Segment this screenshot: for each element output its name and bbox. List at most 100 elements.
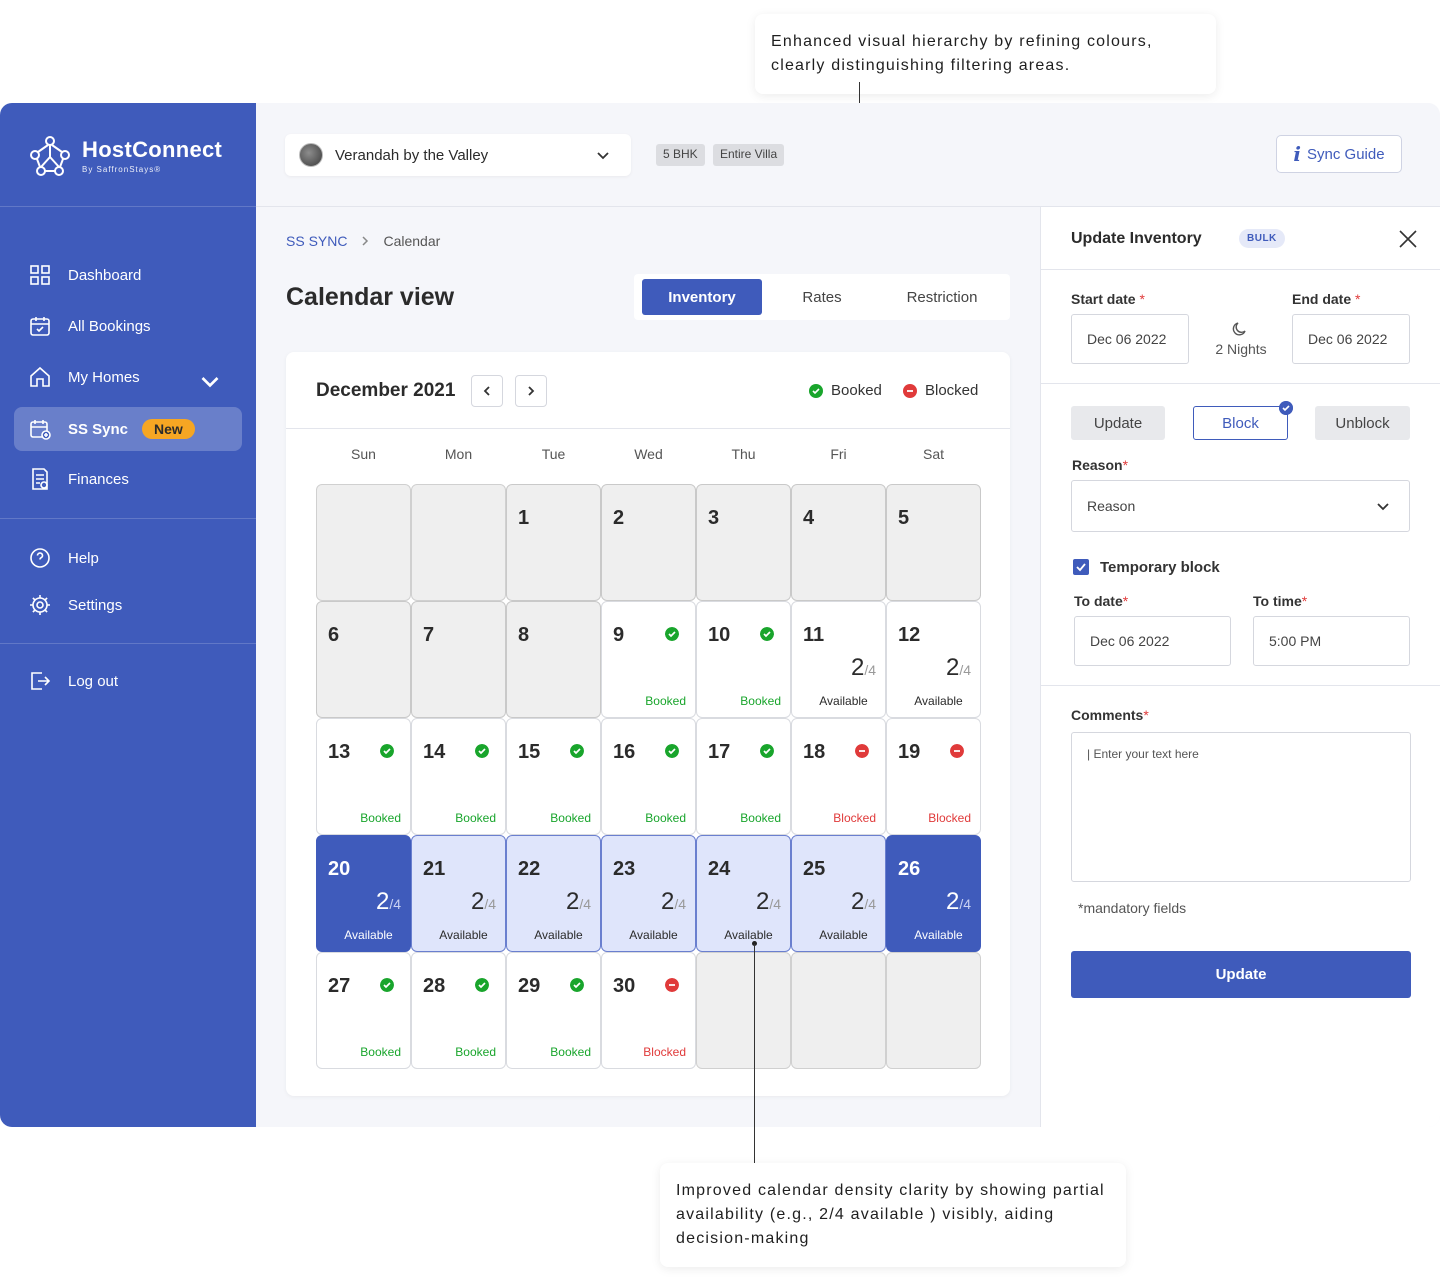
to-date-field[interactable]: Dec 06 2022 xyxy=(1074,616,1231,666)
available-count: 2 xyxy=(375,888,390,915)
day-cell[interactable]: 27 Booked xyxy=(316,952,411,1069)
chevron-right-icon xyxy=(528,386,535,396)
day-cell[interactable]: 6 xyxy=(316,601,411,718)
day-cell[interactable]: 7 xyxy=(411,601,506,718)
day-cell[interactable]: 14 Booked xyxy=(411,718,506,835)
panel-divider xyxy=(1041,383,1440,384)
day-cell[interactable]: 30 Blocked xyxy=(601,952,696,1069)
home-icon xyxy=(30,366,50,387)
update-submit-button[interactable]: Update xyxy=(1071,951,1411,998)
day-cell[interactable]: 15 Booked xyxy=(506,718,601,835)
tab-rates[interactable]: Rates xyxy=(762,279,882,315)
sidebar-divider xyxy=(0,206,256,207)
breadcrumb-root[interactable]: SS SYNC xyxy=(286,233,347,249)
day-cell[interactable]: 17 Booked xyxy=(696,718,791,835)
property-select[interactable]: Verandah by the Valley xyxy=(285,134,631,176)
month-label: December 2021 xyxy=(316,380,456,401)
day-number: 24 xyxy=(708,858,731,880)
available-count: 2 xyxy=(565,888,580,915)
day-cell xyxy=(791,952,886,1069)
booked-check-icon xyxy=(475,978,489,992)
sidebar-item-finances[interactable]: Finances xyxy=(14,457,242,501)
prev-month-button[interactable] xyxy=(471,375,503,407)
panel-divider xyxy=(1041,269,1440,270)
legend-booked-label: Booked xyxy=(831,382,882,399)
day-status: Available xyxy=(819,694,868,708)
day-cell[interactable]: 2 xyxy=(601,484,696,601)
legend-booked: Booked xyxy=(809,382,882,399)
block-mode-button[interactable]: Block xyxy=(1193,401,1293,440)
sidebar-item-settings[interactable]: Settings xyxy=(14,583,242,627)
day-cell[interactable]: 3 xyxy=(696,484,791,601)
sync-guide-button[interactable]: i Sync Guide xyxy=(1276,135,1402,173)
sidebar-item-dashboard[interactable]: Dashboard xyxy=(14,253,242,297)
day-cell[interactable]: 9 Booked xyxy=(601,601,696,718)
tab-restriction[interactable]: Restriction xyxy=(882,279,1002,315)
availability-fraction: 2/4 xyxy=(566,888,591,916)
sidebar-item-logout[interactable]: Log out xyxy=(14,659,242,703)
tag-bhk: 5 BHK xyxy=(656,144,705,166)
end-date-label: End date * xyxy=(1292,291,1361,307)
panel-divider xyxy=(1041,685,1440,686)
day-cell[interactable]: 5 xyxy=(886,484,981,601)
brand-logo[interactable]: HostConnect By SaffronStays® xyxy=(28,133,222,177)
day-cell xyxy=(411,484,506,601)
start-date-field[interactable]: Dec 06 2022 xyxy=(1071,314,1189,364)
to-time-field[interactable]: 5:00 PM xyxy=(1253,616,1410,666)
comments-textarea[interactable]: | Enter your text here xyxy=(1071,732,1411,882)
day-status: Available xyxy=(914,694,963,708)
day-cell[interactable]: 22 2/4 Available xyxy=(506,835,601,952)
to-date-label: To date* xyxy=(1074,593,1129,609)
sidebar-item-all-bookings[interactable]: All Bookings xyxy=(14,304,242,348)
day-cell[interactable]: 10 Booked xyxy=(696,601,791,718)
logout-icon xyxy=(31,672,51,690)
annotation-bottom-text: Improved calendar density clarity by sho… xyxy=(676,1182,1105,1247)
day-cell[interactable]: 28 Booked xyxy=(411,952,506,1069)
day-cell[interactable]: 20 2/4 Available xyxy=(316,835,411,952)
day-cell[interactable]: 11 2/4 Available xyxy=(791,601,886,718)
day-cell[interactable]: 8 xyxy=(506,601,601,718)
next-month-button[interactable] xyxy=(515,375,547,407)
day-number: 28 xyxy=(423,975,446,997)
unblock-mode-button[interactable]: Unblock xyxy=(1315,406,1410,440)
chevron-right-icon xyxy=(362,236,369,246)
day-cell[interactable]: 24 2/4 Available xyxy=(696,835,791,952)
day-number: 18 xyxy=(803,741,826,763)
sidebar-item-my-homes[interactable]: My Homes xyxy=(14,355,242,399)
blocked-minus-icon xyxy=(665,978,679,992)
day-cell[interactable]: 21 2/4 Available xyxy=(411,835,506,952)
update-mode-button[interactable]: Update xyxy=(1071,406,1165,440)
available-count: 2 xyxy=(660,888,675,915)
tab-inventory[interactable]: Inventory xyxy=(642,279,762,315)
day-cell[interactable]: 29 Booked xyxy=(506,952,601,1069)
day-cell[interactable]: 13 Booked xyxy=(316,718,411,835)
day-cell[interactable]: 23 2/4 Available xyxy=(601,835,696,952)
end-date-field[interactable]: Dec 06 2022 xyxy=(1292,314,1410,364)
panel-title: Update Inventory xyxy=(1071,230,1202,247)
day-cell[interactable]: 18 Blocked xyxy=(791,718,886,835)
new-badge: New xyxy=(142,419,195,439)
close-icon[interactable] xyxy=(1396,227,1420,251)
total-count: /4 xyxy=(864,896,876,912)
availability-fraction: 2/4 xyxy=(946,888,971,916)
block-mode-label: Block xyxy=(1222,414,1259,432)
booked-check-icon xyxy=(809,383,823,398)
sidebar-item-help[interactable]: Help xyxy=(14,536,242,580)
to-time-label: To time* xyxy=(1253,593,1308,609)
day-status: Blocked xyxy=(833,811,876,825)
day-cell xyxy=(886,952,981,1069)
day-cell[interactable]: 25 2/4 Available xyxy=(791,835,886,952)
available-count: 2 xyxy=(850,888,865,915)
day-cell[interactable]: 26 2/4 Available xyxy=(886,835,981,952)
day-cell[interactable]: 1 xyxy=(506,484,601,601)
chevron-down-icon[interactable] xyxy=(198,369,222,393)
reason-select[interactable]: Reason xyxy=(1071,480,1410,532)
day-cell[interactable]: 16 Booked xyxy=(601,718,696,835)
blocked-minus-icon xyxy=(950,744,964,758)
day-number: 4 xyxy=(803,507,815,529)
day-cell[interactable]: 19 Blocked xyxy=(886,718,981,835)
day-cell[interactable]: 4 xyxy=(791,484,886,601)
day-cell[interactable]: 12 2/4 Available xyxy=(886,601,981,718)
temporary-block-checkbox[interactable] xyxy=(1073,559,1089,575)
sidebar-item-ss-sync[interactable]: SS Sync New xyxy=(14,407,242,451)
